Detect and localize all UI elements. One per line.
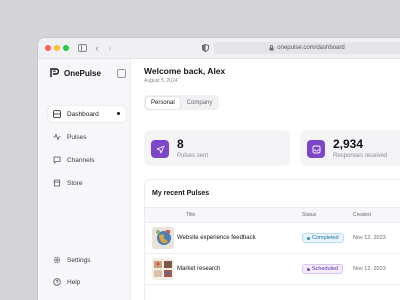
sidebar-item-label: Pulses	[67, 133, 87, 141]
stat-value: 8	[177, 137, 184, 151]
maximize-window-button[interactable]	[63, 45, 69, 51]
address-bar[interactable]: onepulse.com/dashboard	[214, 42, 400, 54]
tab-personal[interactable]: Personal	[146, 96, 180, 109]
send-icon	[151, 140, 169, 158]
help-icon	[53, 278, 61, 286]
status-badge: Scheduled	[302, 264, 343, 274]
created-date: Nov 12, 2023	[353, 235, 386, 241]
pulse-thumbnail	[152, 227, 174, 249]
url-text: onepulse.com/dashboard	[277, 45, 345, 51]
close-window-button[interactable]	[45, 45, 51, 51]
sidebar-item-settings[interactable]: Settings	[48, 252, 126, 268]
sidebar-item-pulses[interactable]: Pulses	[48, 129, 126, 145]
recent-pulses-card: My recent Pulses Title Status Created We…	[144, 179, 400, 300]
sidebar-item-label: Store	[67, 179, 83, 187]
pulse-thumbnail	[152, 258, 174, 280]
stat-value: 2,934	[333, 137, 364, 151]
gear-icon	[53, 256, 61, 264]
sidebar-item-label: Channels	[67, 156, 95, 164]
store-icon	[53, 179, 61, 187]
sidebar-item-label: Settings	[67, 256, 91, 264]
lock-icon	[269, 45, 274, 51]
inbox-icon	[307, 140, 325, 158]
sidebar-item-channels[interactable]: Channels	[48, 152, 126, 168]
page-title: Welcome back, Alex	[144, 66, 226, 76]
card-title: My recent Pulses	[152, 190, 210, 197]
sidebar: OnePulse Dashboard Pulses Channels Store…	[38, 59, 131, 300]
forward-icon[interactable]: ›	[106, 42, 114, 54]
stat-card-pulses-sent: 8 Pulses sent	[144, 130, 290, 166]
chat-icon	[53, 156, 61, 164]
grid-icon	[53, 110, 61, 118]
onepulse-logo-icon	[50, 68, 59, 77]
tab-company[interactable]: Company	[182, 97, 218, 109]
active-indicator	[117, 112, 120, 115]
sidebar-toggle-icon[interactable]	[77, 42, 87, 54]
pulse-title: Website experience feedback	[177, 235, 256, 241]
table-row[interactable]: Market research Scheduled Nov 12, 2023	[145, 254, 400, 285]
sidebar-item-label: Help	[67, 278, 81, 286]
minimize-window-button[interactable]	[54, 45, 60, 51]
column-header-created[interactable]: Created	[353, 212, 371, 218]
activity-icon	[53, 133, 61, 141]
stat-label: Pulses sent	[177, 153, 209, 159]
browser-toolbar: ‹ › onepulse.com/dashboard	[38, 38, 400, 59]
sidebar-item-store[interactable]: Store	[48, 175, 126, 191]
back-icon[interactable]: ‹	[93, 42, 101, 54]
table-header: Title Status Created	[145, 207, 400, 223]
column-header-title[interactable]: Title	[186, 212, 195, 218]
status-badge: Completed	[302, 233, 344, 243]
shield-icon[interactable]	[200, 42, 210, 54]
sidebar-item-label: Dashboard	[67, 110, 99, 118]
tab-switcher: Personal Company	[144, 95, 220, 110]
browser-window: ‹ › onepulse.com/dashboard OnePulse Dash…	[38, 38, 400, 300]
sidebar-item-dashboard[interactable]: Dashboard	[48, 106, 126, 122]
stat-label: Responses received	[333, 153, 388, 159]
stat-card-responses: 2,934 Responses received	[300, 130, 400, 166]
brand[interactable]: OnePulse	[50, 68, 101, 78]
created-date: Nov 12, 2023	[353, 266, 386, 272]
current-date: August 5, 2024	[144, 78, 178, 84]
column-header-status[interactable]: Status	[302, 212, 316, 218]
sidebar-item-help[interactable]: Help	[48, 274, 126, 290]
main-content: Welcome back, Alex August 5, 2024 Person…	[131, 59, 400, 300]
brand-name: OnePulse	[64, 68, 101, 78]
table-row[interactable]: Website experience feedback Completed No…	[145, 223, 400, 254]
pulse-title: Market research	[177, 266, 221, 272]
collapse-sidebar-icon[interactable]	[117, 69, 126, 78]
